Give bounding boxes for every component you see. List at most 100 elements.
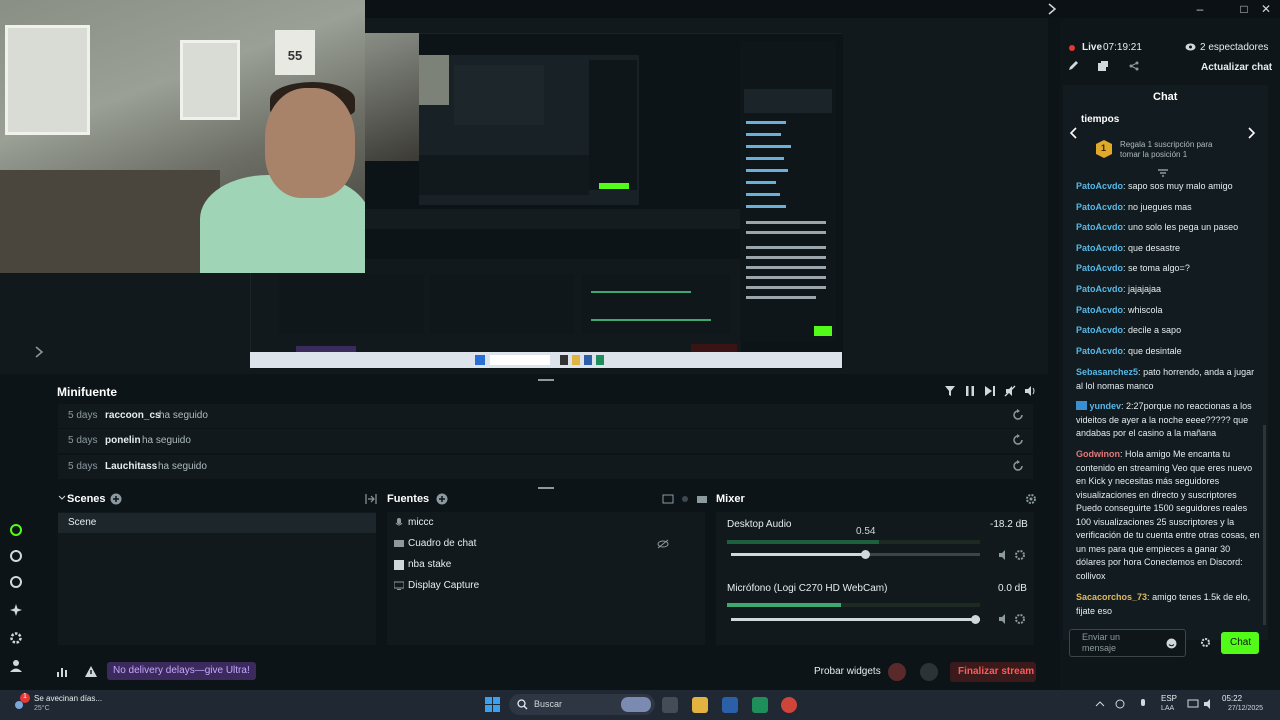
sources-panel [387,512,705,645]
warning-icon[interactable] [84,665,98,678]
chat-username[interactable]: PatoAcvdo [1076,222,1123,232]
slider-knob[interactable] [971,615,980,624]
close-button[interactable]: ✕ [1256,0,1276,18]
gear-icon[interactable] [1014,549,1026,561]
source-item[interactable]: miccc [394,517,694,531]
language-label[interactable]: ESP [1161,694,1177,703]
carousel-prev-icon[interactable] [1069,127,1079,139]
windows-start-icon[interactable] [485,697,500,712]
chat-username[interactable]: PatoAcvdo [1076,305,1123,315]
nested-camera [365,33,419,161]
refresh-chat-button[interactable]: Actualizar chat [1201,62,1272,73]
mic-tray-icon[interactable] [1137,698,1149,710]
themes-icon[interactable] [8,548,24,564]
carousel-next-icon[interactable] [1246,127,1256,139]
maximize-button[interactable]: □ [1234,0,1254,18]
add-source-icon[interactable] [436,493,448,505]
chat-username[interactable]: PatoAcvdo [1076,202,1123,212]
scene-transition-icon[interactable] [365,493,377,505]
mute-alerts-icon[interactable] [1004,385,1016,397]
chat-settings-icon[interactable] [1200,637,1211,648]
volume-icon[interactable] [1024,385,1036,397]
replay-icon[interactable] [1011,459,1025,473]
source-item[interactable]: Cuadro de chat [394,538,694,552]
gear-icon[interactable] [1014,613,1026,625]
volume-slider[interactable] [731,550,980,559]
popout-icon[interactable] [1097,60,1109,72]
source-item[interactable]: Display Capture [394,580,694,594]
username[interactable]: raccoon_cs [105,410,161,421]
store-icon[interactable] [722,697,738,713]
minimize-button[interactable]: – [1190,0,1210,18]
language-sub: LAA [1161,705,1175,712]
eye-icon [1185,43,1196,51]
expand-left-icon[interactable] [34,345,44,359]
volume-slider[interactable] [731,615,980,624]
chat-username[interactable]: Sacacorchos_73 [1076,592,1147,602]
settings-icon[interactable] [8,630,24,646]
chat-message: PatoAcvdo: que desastre [1076,243,1181,253]
skip-icon[interactable] [984,385,996,397]
test-widgets-button[interactable]: Probar widgets [814,666,881,677]
chevron-right-icon[interactable] [1046,2,1058,16]
gear-icon[interactable] [1025,493,1037,505]
sparkle-icon[interactable] [8,602,24,618]
pencil-icon[interactable] [1067,60,1079,72]
volume-icon[interactable] [998,613,1010,625]
minifeed-row: 5 days Lauchitass ha seguido [58,455,1033,479]
task-view-icon[interactable] [662,697,678,713]
chat-username[interactable]: PatoAcvdo [1076,243,1123,253]
record-button[interactable] [888,663,906,681]
file-explorer-icon[interactable] [692,697,708,713]
folder-icon[interactable] [696,493,708,505]
replay-icon[interactable] [1011,433,1025,447]
replay-buffer-button[interactable] [920,663,938,681]
chat-username[interactable]: PatoAcvdo [1076,263,1123,273]
chat-message: Godwinon: Hola amigo Me encanta tu conte… [1076,449,1260,581]
volume-icon[interactable] [998,549,1010,561]
chat-username[interactable]: Sebasanchez5 [1076,367,1138,377]
send-chat-button[interactable]: Chat [1221,632,1259,654]
add-scene-icon[interactable] [110,493,122,505]
share-icon[interactable] [1128,60,1140,72]
resize-handle[interactable] [538,487,554,489]
profile-icon[interactable] [8,658,24,674]
chat-username[interactable]: PatoAcvdo [1076,325,1123,335]
weather-title[interactable]: Se avecinan días... [34,694,102,703]
eye-off-icon[interactable] [657,539,669,549]
cloud-icon[interactable] [1114,698,1126,710]
stats-icon[interactable] [56,666,68,678]
username[interactable]: ponelin [105,435,141,446]
chat-input[interactable]: Enviar un mensaje [1069,629,1186,657]
mic-icon [394,518,404,528]
source-item[interactable]: nba stake [394,559,694,573]
chrome-icon[interactable] [781,697,797,713]
filter-icon[interactable] [944,385,956,397]
username[interactable]: Lauchitass [105,461,157,472]
pause-icon[interactable] [964,385,976,397]
end-stream-button[interactable]: Finalizar stream [950,662,1036,682]
network-icon[interactable] [1187,698,1199,710]
editor-icon[interactable] [8,522,24,538]
chat-username[interactable]: Godwinon [1076,449,1120,459]
source-label: Display Capture [408,580,480,591]
chat-username[interactable]: PatoAcvdo [1076,284,1123,294]
collapse-icon[interactable] [58,493,66,503]
replay-icon[interactable] [1011,408,1025,422]
store-icon[interactable] [8,574,24,590]
hide-icon[interactable] [679,493,691,505]
ultra-promo-badge[interactable]: No delivery delays—give Ultra! [107,662,256,680]
scene-item[interactable]: Scene [58,513,376,533]
chat-username[interactable]: PatoAcvdo [1076,346,1123,356]
speaker-icon[interactable] [1203,698,1215,710]
chat-username[interactable]: yundev [1090,401,1122,411]
streamlabs-icon[interactable] [752,697,768,713]
chevron-up-icon[interactable] [1095,700,1105,708]
clock-time[interactable]: 05:22 [1222,694,1242,703]
chat-scrollbar[interactable] [1263,425,1266,625]
chat-username[interactable]: PatoAcvdo [1076,181,1123,191]
taskbar-search[interactable]: Buscar [509,694,655,715]
emoji-icon[interactable] [1166,638,1177,649]
volume-value: 0.54 [856,526,876,537]
layout-icon[interactable] [662,493,674,505]
